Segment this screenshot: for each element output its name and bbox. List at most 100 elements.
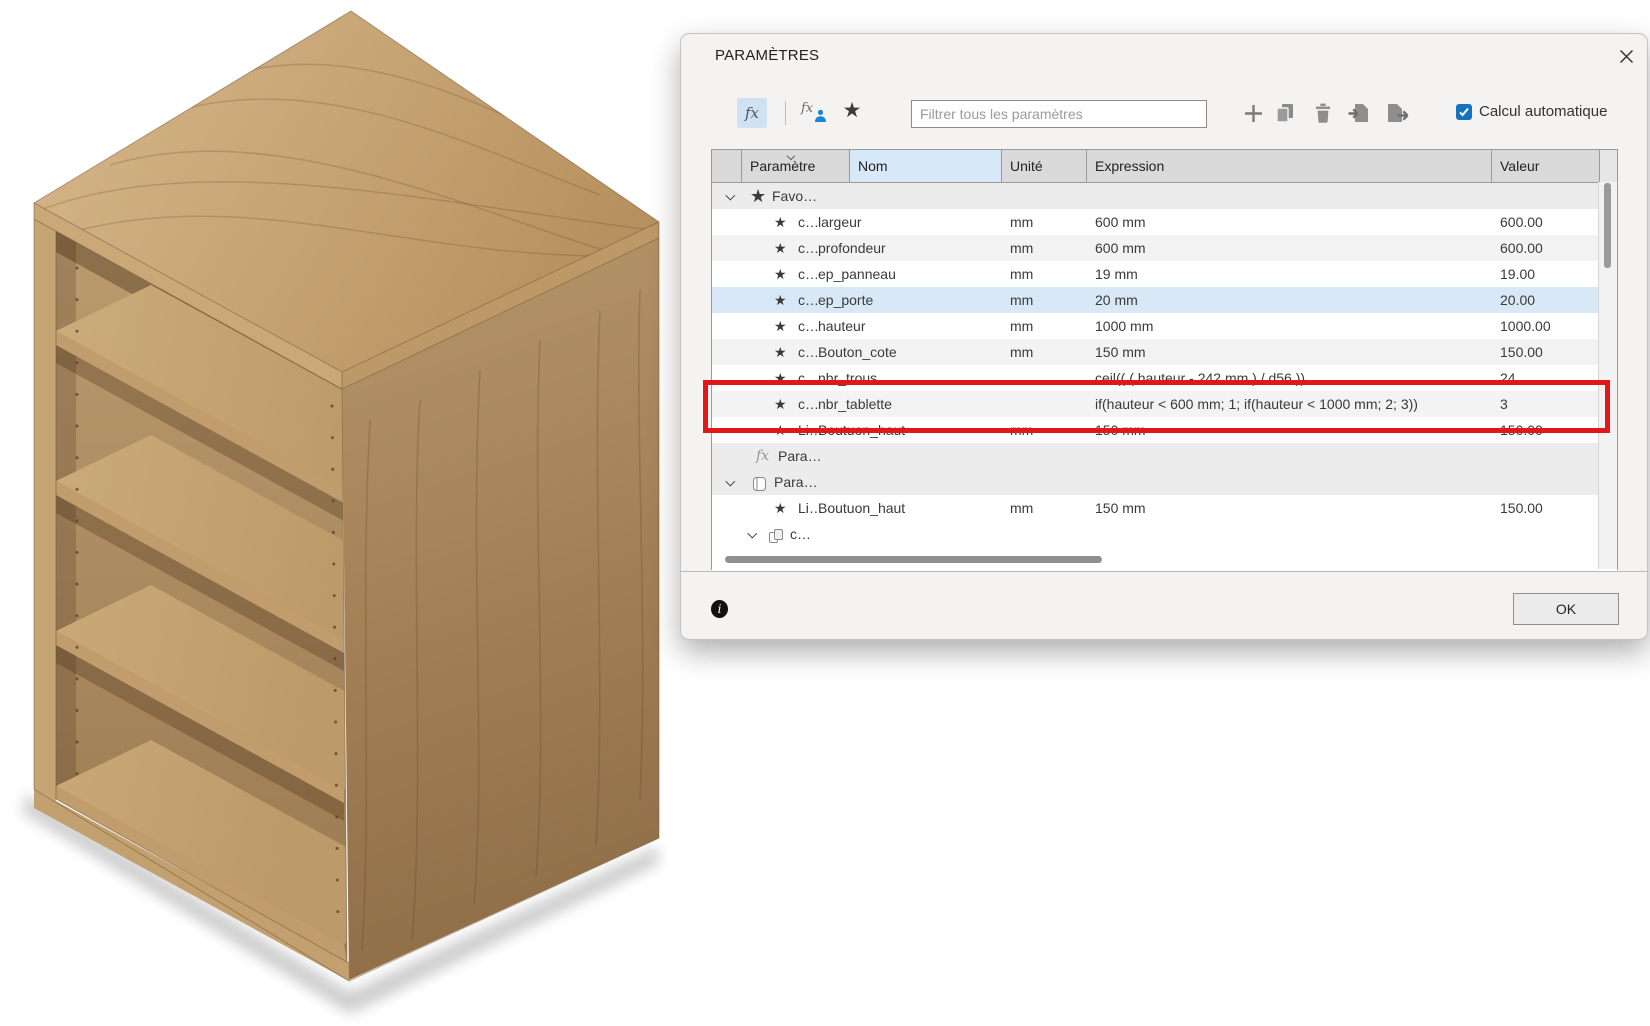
- param-row-nbr_tablette[interactable]: ★c…nbr_tabletteif(hauteur < 600 mm; 1; i…: [712, 391, 1601, 417]
- param-value: 20.00: [1500, 287, 1535, 313]
- group-row-c[interactable]: c…: [712, 521, 1601, 547]
- group-label: c…: [790, 521, 811, 547]
- param-scope: c…: [798, 209, 819, 235]
- param-expression: 150 mm: [1095, 495, 1146, 521]
- group-row-Favo[interactable]: ★Favo…: [712, 183, 1601, 209]
- model-viewport[interactable]: [0, 0, 680, 1026]
- user-parameter-filter-button[interactable]: fx: [801, 99, 833, 127]
- favorite-star-icon[interactable]: ★: [774, 209, 787, 235]
- param-value: 600.00: [1500, 209, 1543, 235]
- column-header-Nom[interactable]: Nom: [850, 150, 1002, 182]
- param-expression: ceil(( ( hauteur - 242 mm ) / d56 )): [1095, 365, 1305, 391]
- param-row-nbr_trous[interactable]: ★ c…nbr_trous ceil(( ( hauteur - 242 mm ) …: [712, 365, 1601, 391]
- favorite-star-icon[interactable]: ★: [774, 391, 787, 417]
- favorite-star-icon[interactable]: ★: [774, 365, 787, 391]
- param-value: 1000.00: [1500, 313, 1551, 339]
- fx-group-icon: fx: [756, 443, 769, 469]
- param-unit: mm: [1010, 235, 1033, 261]
- param-name: nbr_trous: [818, 365, 877, 391]
- param-unit: mm: [1010, 339, 1033, 365]
- export-button[interactable]: [1385, 101, 1409, 125]
- param-unit: mm: [1010, 209, 1033, 235]
- group-row-Para[interactable]: fx Para…: [712, 443, 1601, 469]
- param-expression: if(hauteur < 600 mm; 1; if(hauteur < 100…: [1095, 391, 1418, 417]
- page-arrow-out-icon: [1385, 102, 1409, 124]
- vertical-scrollbar-thumb[interactable]: [1604, 183, 1611, 268]
- footer-divider: [681, 571, 1647, 572]
- page-arrow-in-icon: [1347, 102, 1371, 124]
- column-header-gutter[interactable]: [712, 150, 742, 182]
- fx-icon: fx: [801, 101, 813, 116]
- param-expression: 150 mm: [1095, 417, 1146, 443]
- favorite-star-icon[interactable]: ★: [774, 495, 787, 521]
- param-row-largeur[interactable]: ★c…largeurmm600 mm600.00: [712, 209, 1601, 235]
- param-value: 19.00: [1500, 261, 1535, 287]
- param-name: profondeur: [818, 235, 886, 261]
- feature-icon: [768, 528, 784, 544]
- param-unit: mm: [1010, 417, 1033, 443]
- parameters-dialog: PARAMÈTRES fx fx ★: [680, 33, 1648, 640]
- favorite-star-icon[interactable]: ★: [774, 339, 787, 365]
- chevron-down-icon[interactable]: [726, 191, 735, 200]
- copy-button[interactable]: [1273, 101, 1297, 125]
- param-value: 150.00: [1500, 417, 1543, 443]
- param-row-Bouton_cote[interactable]: ★c…Bouton_cotemm150 mm150.00: [712, 339, 1601, 365]
- favorite-star-icon[interactable]: ★: [774, 313, 787, 339]
- param-scope: c…: [798, 261, 819, 287]
- param-value: 24: [1500, 365, 1516, 391]
- group-label: Para…: [774, 469, 818, 495]
- param-expression: 150 mm: [1095, 339, 1146, 365]
- param-row-profondeur[interactable]: ★c…profondeurmm600 mm600.00: [712, 235, 1601, 261]
- favorite-star-icon[interactable]: ★: [774, 287, 787, 313]
- column-header-Expression[interactable]: Expression: [1087, 150, 1492, 182]
- param-scope: c…: [798, 339, 819, 365]
- param-row-ep_panneau[interactable]: ★ c…ep_panneau mm 19 mm 19.00: [712, 261, 1601, 287]
- param-expression: 1000 mm: [1095, 313, 1153, 339]
- param-value: 150.00: [1500, 495, 1543, 521]
- table-body: ★Favo…★c…largeurmm600 mm600.00★c…profond…: [712, 183, 1617, 571]
- param-expression: 19 mm: [1095, 261, 1138, 287]
- horizontal-scrollbar-thumb[interactable]: [725, 556, 1102, 563]
- chevron-down-icon[interactable]: [726, 477, 735, 486]
- fx-filter-button[interactable]: fx: [737, 98, 767, 128]
- left-panel-front-edge: [34, 219, 56, 801]
- toolbar-separator: [785, 101, 786, 125]
- param-name: Bouton_cote: [818, 339, 897, 365]
- param-row-hauteur[interactable]: ★c…hauteurmm1000 mm1000.00: [712, 313, 1601, 339]
- close-icon[interactable]: [1614, 44, 1638, 68]
- chevron-down-icon[interactable]: [748, 529, 757, 538]
- favorite-star-icon[interactable]: ★: [774, 261, 787, 287]
- param-name: Boutuon_haut: [818, 495, 905, 521]
- param-row-ep_porte[interactable]: ★c…ep_portemm20 mm20.00: [712, 287, 1601, 313]
- column-header-Valeur[interactable]: Valeur: [1492, 150, 1600, 182]
- param-unit: mm: [1010, 261, 1033, 287]
- favorite-star-icon[interactable]: ★: [774, 417, 787, 443]
- param-unit: mm: [1010, 313, 1033, 339]
- plus-icon: [1243, 103, 1264, 124]
- favorites-filter-button[interactable]: ★: [839, 96, 865, 124]
- import-button[interactable]: [1347, 101, 1371, 125]
- param-name: hauteur: [818, 313, 865, 339]
- favorite-star-icon[interactable]: ★: [774, 235, 787, 261]
- favorite-star-icon[interactable]: ★: [750, 183, 766, 209]
- add-parameter-button[interactable]: [1241, 101, 1265, 125]
- check-icon: [1458, 106, 1470, 118]
- dialog-title: PARAMÈTRES: [715, 47, 819, 64]
- group-row-Para[interactable]: Para…: [712, 469, 1601, 495]
- param-unit: mm: [1010, 495, 1033, 521]
- vertical-scrollbar[interactable]: [1598, 182, 1617, 569]
- param-scope: c…: [798, 365, 819, 391]
- param-row-Boutuon_haut[interactable]: ★Li…Boutuon_hautmm150 mm150.00: [712, 495, 1601, 521]
- info-icon[interactable]: i: [711, 600, 728, 618]
- column-header-Unité[interactable]: Unité: [1002, 150, 1087, 182]
- ok-button[interactable]: OK: [1513, 593, 1619, 625]
- group-label: Para…: [778, 443, 822, 469]
- delete-button[interactable]: [1311, 101, 1335, 125]
- bookshelf-3d-model: [22, 11, 659, 1014]
- param-expression: 600 mm: [1095, 209, 1146, 235]
- auto-calc-checkbox[interactable]: [1456, 104, 1472, 120]
- filter-input[interactable]: [911, 100, 1207, 128]
- param-name: ep_panneau: [818, 261, 896, 287]
- column-header-Paramètre[interactable]: Paramètre: [742, 150, 850, 182]
- param-row-Boutuon_haut[interactable]: ★Li…Boutuon_hautmm150 mm150.00: [712, 417, 1601, 443]
